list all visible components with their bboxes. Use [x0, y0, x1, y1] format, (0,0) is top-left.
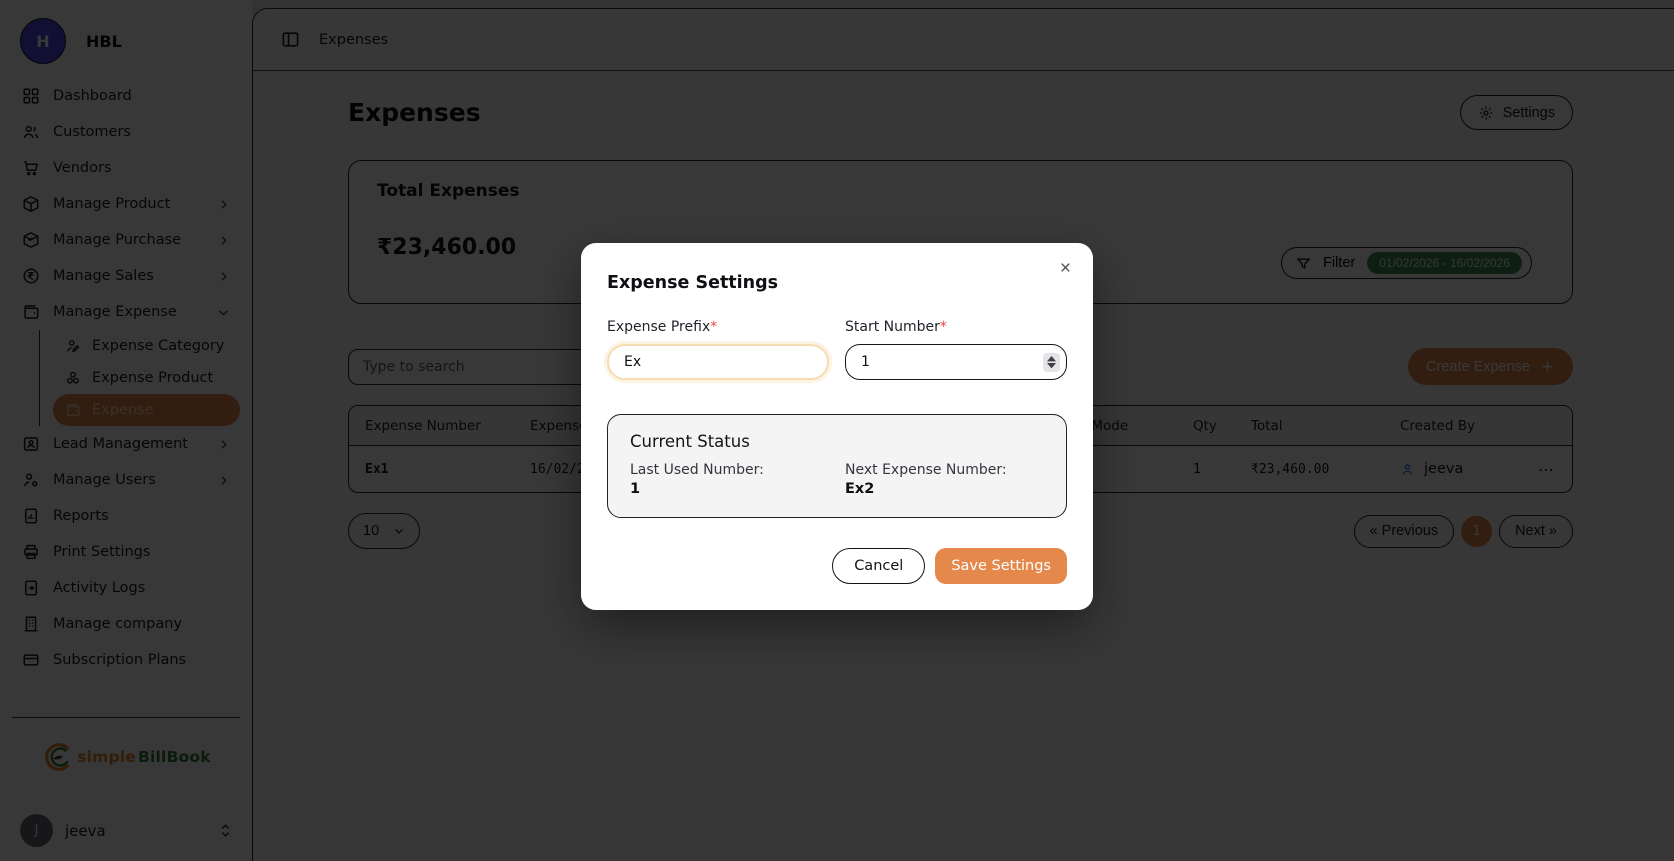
last-used-number-label: Last Used Number: — [630, 462, 829, 478]
required-asterisk: * — [710, 319, 717, 335]
start-number-field-group: Start Number* — [845, 319, 1067, 380]
expense-prefix-input[interactable] — [607, 344, 829, 380]
required-asterisk: * — [940, 319, 947, 335]
last-used-number-value: 1 — [630, 481, 829, 497]
modal-title: Expense Settings — [607, 273, 1067, 293]
cancel-button[interactable]: Cancel — [832, 548, 925, 584]
expense-prefix-field-group: Expense Prefix* — [607, 319, 829, 380]
expense-prefix-label: Expense Prefix* — [607, 319, 829, 335]
start-number-input[interactable] — [845, 344, 1067, 380]
number-stepper-icon[interactable] — [1043, 353, 1060, 372]
next-expense-number-value: Ex2 — [845, 481, 1044, 497]
current-status-box: Current Status Last Used Number: 1 Next … — [607, 414, 1067, 518]
start-number-label: Start Number* — [845, 319, 1067, 335]
save-settings-button[interactable]: Save Settings — [935, 548, 1067, 584]
close-icon[interactable]: × — [1060, 259, 1071, 278]
next-expense-number-label: Next Expense Number: — [845, 462, 1044, 478]
current-status-title: Current Status — [630, 432, 1044, 451]
expense-settings-modal: × Expense Settings Expense Prefix* Start… — [581, 243, 1093, 610]
